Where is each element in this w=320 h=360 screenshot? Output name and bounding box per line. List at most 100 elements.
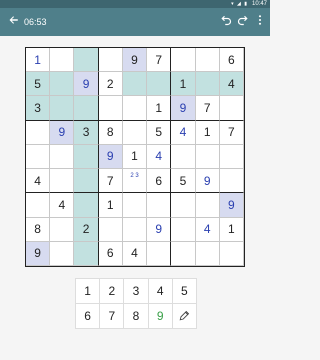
board-cell[interactable]: 3 <box>26 96 51 121</box>
board-cell[interactable] <box>219 96 244 121</box>
board-cell[interactable]: 7 <box>219 120 244 145</box>
board-cell[interactable]: 2 <box>74 217 99 242</box>
board-cell[interactable] <box>219 144 244 170</box>
board-cell[interactable]: 7 <box>195 96 220 121</box>
board-cell[interactable] <box>195 48 220 73</box>
keypad-key-2[interactable]: 2 <box>100 279 125 304</box>
board-cell[interactable] <box>195 144 220 170</box>
board-cell[interactable]: 5 <box>26 72 51 97</box>
keypad-key-9[interactable]: 9 <box>148 304 173 329</box>
board-cell[interactable]: 1 <box>195 120 220 145</box>
board-cell[interactable] <box>219 241 244 266</box>
keypad-key-1[interactable]: 1 <box>76 279 101 304</box>
board-cell[interactable]: 4 <box>171 120 196 145</box>
board-cell[interactable] <box>98 96 123 121</box>
board-cell[interactable] <box>74 241 99 266</box>
board-cell[interactable] <box>26 144 51 170</box>
board-cell[interactable] <box>50 72 75 97</box>
keypad-key-6[interactable]: 6 <box>76 304 101 329</box>
board-cell[interactable]: 5 <box>147 120 172 145</box>
board-cell[interactable] <box>195 193 220 218</box>
board-cell[interactable] <box>98 217 123 242</box>
board-cell[interactable]: 6 <box>219 48 244 73</box>
board-cell[interactable] <box>171 48 196 73</box>
board-cell[interactable] <box>195 241 220 266</box>
board-cell[interactable]: 9 <box>122 48 148 73</box>
board-cell[interactable]: 7 <box>98 169 123 194</box>
board-cell[interactable]: 9 <box>50 120 75 145</box>
board-cell[interactable]: 1 <box>147 96 172 121</box>
undo-icon[interactable] <box>218 14 234 30</box>
board-cell[interactable] <box>98 48 123 73</box>
board-cell[interactable]: 9 <box>147 217 172 242</box>
board-cell[interactable]: 8 <box>26 217 51 242</box>
board-cell[interactable]: 9 <box>195 169 220 194</box>
board-cell[interactable]: 8 <box>98 120 123 145</box>
board-cell[interactable] <box>50 144 75 170</box>
redo-icon[interactable] <box>235 14 251 30</box>
board-cell[interactable]: 4 <box>26 169 51 194</box>
board-cell[interactable] <box>122 193 148 218</box>
board-cell[interactable] <box>122 120 148 145</box>
board-cell[interactable] <box>50 241 75 266</box>
board-cell[interactable] <box>171 144 196 170</box>
board-cell[interactable] <box>74 96 99 121</box>
board-cell[interactable]: 4 <box>195 217 220 242</box>
board-cell[interactable] <box>219 169 244 194</box>
board-cell[interactable]: 6 <box>98 241 123 266</box>
game-timer: 06:53 <box>24 17 47 27</box>
arrow-left-icon[interactable] <box>6 14 22 30</box>
board-cell[interactable] <box>74 169 99 194</box>
app-toolbar: 06:53 <box>0 8 270 36</box>
board-cell[interactable] <box>147 241 172 266</box>
board-cell[interactable]: 4 <box>219 72 244 97</box>
pencil-icon[interactable] <box>172 304 197 329</box>
board-cell[interactable] <box>122 72 148 97</box>
board-cell[interactable]: 2 3 <box>122 169 148 194</box>
board-cell[interactable] <box>122 217 148 242</box>
board-cell[interactable]: 1 <box>98 193 123 218</box>
board-cell[interactable]: 9 <box>98 144 123 170</box>
more-vert-icon[interactable] <box>252 14 268 30</box>
board-cell[interactable] <box>50 48 75 73</box>
keypad-key-4[interactable]: 4 <box>148 279 173 304</box>
board-cell[interactable]: 4 <box>122 241 148 266</box>
board-cell[interactable] <box>74 144 99 170</box>
board-cell[interactable]: 3 <box>74 120 99 145</box>
board-cell[interactable]: 1 <box>26 48 51 73</box>
board-cell[interactable]: 9 <box>74 72 99 97</box>
keypad-key-7[interactable]: 7 <box>100 304 125 329</box>
keypad-key-8[interactable]: 8 <box>124 304 149 329</box>
board-cell[interactable]: 6 <box>147 169 172 194</box>
board-cell[interactable] <box>74 193 99 218</box>
keypad-key-3[interactable]: 3 <box>124 279 149 304</box>
board-cell[interactable]: 9 <box>219 193 244 218</box>
board-cell[interactable] <box>147 193 172 218</box>
board-cell[interactable]: 4 <box>50 193 75 218</box>
board-cell[interactable]: 1 <box>219 217 244 242</box>
board-cell[interactable] <box>171 193 196 218</box>
board-cell[interactable]: 1 <box>122 144 148 170</box>
sudoku-board: 19765921431979385417914472 3659419829419… <box>25 47 245 267</box>
board-cell[interactable] <box>74 48 99 73</box>
board-cell[interactable]: 7 <box>147 48 172 73</box>
status-icons: ▾ ◢ ▮ <box>231 1 248 7</box>
board-cell[interactable]: 9 <box>171 96 196 121</box>
number-keypad: 12345 6789 <box>75 278 197 329</box>
board-cell[interactable] <box>122 96 148 121</box>
board-cell[interactable] <box>147 72 172 97</box>
board-cell[interactable] <box>171 217 196 242</box>
board-cell[interactable] <box>195 72 220 97</box>
board-cell[interactable]: 9 <box>26 241 51 266</box>
board-cell[interactable] <box>171 241 196 266</box>
board-cell[interactable]: 2 <box>98 72 123 97</box>
board-cell[interactable] <box>26 120 51 145</box>
board-cell[interactable] <box>26 193 51 218</box>
board-cell[interactable]: 4 <box>147 144 172 170</box>
board-cell[interactable] <box>50 96 75 121</box>
board-cell[interactable] <box>50 217 75 242</box>
board-cell[interactable]: 1 <box>171 72 196 97</box>
board-cell[interactable] <box>50 169 75 194</box>
board-cell[interactable]: 5 <box>171 169 196 194</box>
keypad-key-5[interactable]: 5 <box>172 279 197 304</box>
